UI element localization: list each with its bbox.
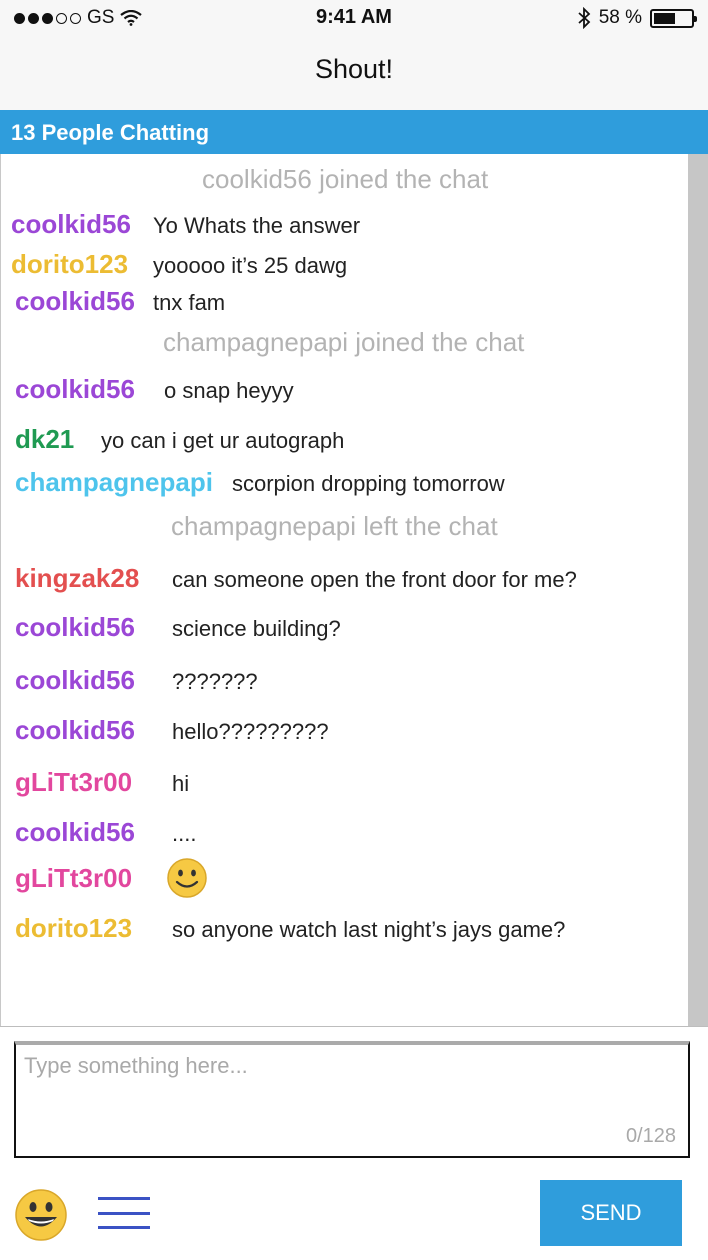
message-text: can someone open the front door for me? <box>172 567 577 592</box>
message-text: yooooo it’s 25 dawg <box>153 253 348 278</box>
composer-divider <box>0 1026 708 1027</box>
chat-scrollbar[interactable] <box>688 154 708 1026</box>
chat-message: dorito123 yooooo it’s 25 dawg <box>11 249 347 280</box>
chat-message: coolkid56 ??????? <box>15 665 258 696</box>
chat-message: coolkid56 o snap heyyy <box>15 374 294 405</box>
message-username[interactable]: coolkid56 <box>11 209 153 240</box>
message-username[interactable]: kingzak28 <box>15 563 172 594</box>
character-counter: 0/128 <box>625 1125 676 1147</box>
battery-fill <box>654 12 675 24</box>
message-username[interactable]: dorito123 <box>11 249 153 280</box>
chat-message: gLiTt3r00 hi <box>15 767 189 798</box>
message-text: hi <box>172 771 190 796</box>
chat-log: coolkid56 joined the chat coolkid56 Yo W… <box>0 154 708 1026</box>
chat-message: coolkid56 hello????????? <box>15 715 329 746</box>
bluetooth-icon <box>578 7 590 29</box>
message-text: so anyone watch last night’s jays game? <box>172 917 566 942</box>
people-chatting-header: 13 People Chatting <box>0 110 708 154</box>
message-username[interactable]: coolkid56 <box>15 817 172 848</box>
status-bar-right: 58 % <box>577 7 697 29</box>
message-input[interactable] <box>16 1045 688 1156</box>
chat-message: coolkid56 tnx fam <box>15 286 225 317</box>
status-bar: GS 9:41 AM 58 % <box>0 0 708 36</box>
message-username[interactable]: champagnepapi <box>15 467 232 498</box>
system-message: champagnepapi joined the chat <box>163 327 525 357</box>
message-username[interactable]: coolkid56 <box>15 665 172 696</box>
message-text: yo can i get ur autograph <box>101 428 345 453</box>
message-username[interactable]: coolkid56 <box>15 612 172 643</box>
message-username[interactable]: coolkid56 <box>15 286 153 317</box>
chat-message: gLiTt3r00 <box>15 863 165 894</box>
chat-message: kingzak28 can someone open the front doo… <box>15 563 577 594</box>
chat-message: coolkid56 .... <box>15 817 196 848</box>
message-username[interactable]: gLiTt3r00 <box>15 767 172 798</box>
chat-message: dorito123 so anyone watch last night’s j… <box>15 913 565 944</box>
message-text: tnx fam <box>153 290 226 315</box>
message-text: science building? <box>172 616 341 641</box>
message-input-box[interactable]: 0/128 <box>14 1041 690 1158</box>
send-button[interactable]: SEND <box>540 1180 682 1246</box>
chat-message: champagnepapi scorpion dropping tomorrow <box>15 467 505 498</box>
message-username[interactable]: dorito123 <box>15 913 172 944</box>
battery-icon <box>650 8 697 28</box>
message-username[interactable]: dk21 <box>15 424 101 455</box>
message-text: hello????????? <box>172 719 329 744</box>
smiley-face-icon[interactable] <box>14 1188 68 1242</box>
message-username[interactable]: coolkid56 <box>15 374 164 405</box>
page-title: Shout! <box>314 54 394 84</box>
nav-bar: Shout! <box>0 36 708 110</box>
chat-message: dk21 yo can i get ur autograph <box>15 424 344 455</box>
message-text: Yo Whats the answer <box>153 213 361 238</box>
battery-percent: 58 % <box>598 7 642 28</box>
message-text: o snap heyyy <box>164 378 294 403</box>
smiley-face-icon <box>167 858 207 898</box>
chat-message: coolkid56 science building? <box>15 612 341 643</box>
message-username[interactable]: coolkid56 <box>15 715 172 746</box>
chat-message: coolkid56 Yo Whats the answer <box>11 209 360 240</box>
hamburger-menu-icon[interactable] <box>98 1197 150 1229</box>
system-message: champagnepapi left the chat <box>171 511 498 541</box>
system-message: coolkid56 joined the chat <box>202 164 489 194</box>
message-text: .... <box>172 821 197 846</box>
message-username[interactable]: gLiTt3r00 <box>15 863 165 894</box>
message-text: ??????? <box>172 669 258 694</box>
message-text: scorpion dropping tomorrow <box>232 471 505 496</box>
